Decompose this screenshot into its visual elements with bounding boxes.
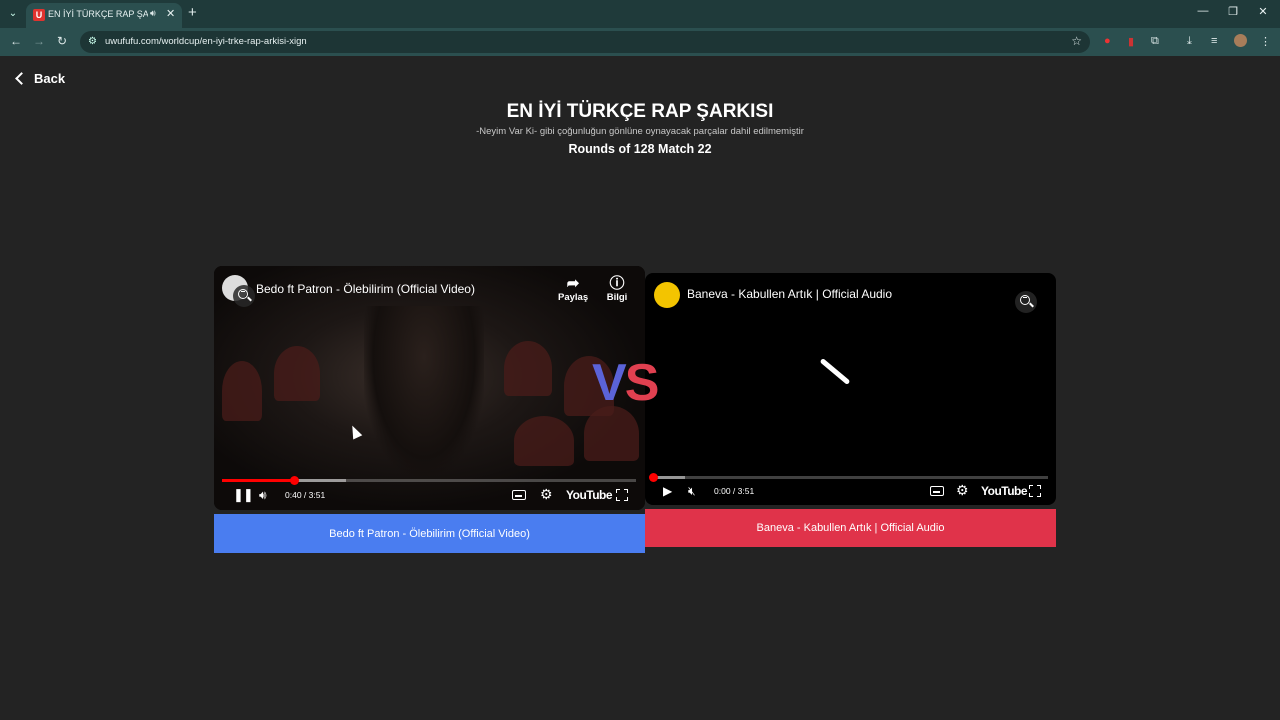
forward-arrow-icon[interactable]: →	[33, 34, 45, 48]
pause-icon[interactable]: ❚❚	[233, 488, 254, 502]
fullscreen-icon[interactable]	[1029, 485, 1041, 497]
close-icon[interactable]: ✕	[166, 7, 175, 20]
profile-avatar[interactable]	[1234, 34, 1247, 47]
tab-strip: ⌄ U EN İYİ TÜRKÇE RAP ŞARKISI 🔊︎ ✕ + — ❐…	[0, 0, 1280, 28]
browser-toolbar: ← → ↻ ⚙ uwufufu.com/worldcup/en-iyi-trke…	[0, 28, 1280, 56]
minimize-icon[interactable]: —	[1193, 5, 1213, 17]
choose-right-button[interactable]: Baneva - Kabullen Artık | Official Audio	[645, 509, 1056, 547]
choose-left-button[interactable]: Bedo ft Patron - Ölebilirim (Official Vi…	[214, 514, 645, 553]
extension-icon[interactable]: ●	[1104, 35, 1111, 47]
settings-icon[interactable]: ⚙	[956, 483, 969, 497]
page-subtitle: -Neyim Var Ki- gibi çoğunluğun gönlüne o…	[476, 126, 804, 137]
captions-icon[interactable]	[512, 490, 526, 500]
star-icon[interactable]: ☆	[1071, 34, 1082, 48]
chevron-left-icon	[15, 72, 28, 85]
time-display: 0:40 / 3:51	[285, 490, 326, 500]
tab-title: EN İYİ TÜRKÇE RAP ŞARKISI	[48, 9, 148, 19]
volume-icon[interactable]: 🔊︎	[259, 488, 267, 502]
info-button[interactable]: ⓘ Bilgi	[604, 275, 630, 304]
extension-icon[interactable]: ▮	[1128, 35, 1134, 48]
settings-icon[interactable]: ⚙	[540, 487, 553, 501]
vs-badge: VS	[592, 354, 660, 412]
zoom-icon[interactable]	[233, 285, 255, 307]
play-icon[interactable]: ▶	[663, 484, 672, 498]
browser-tab[interactable]: U EN İYİ TÜRKÇE RAP ŞARKISI 🔊︎ ✕	[26, 3, 182, 28]
progress-bar[interactable]	[649, 473, 1048, 482]
progress-bar[interactable]	[222, 476, 636, 485]
round-indicator: Rounds of 128 Match 22	[568, 142, 712, 156]
back-arrow-icon[interactable]: ←	[10, 34, 22, 48]
youtube-logo[interactable]: YouTube	[981, 484, 1028, 498]
right-video-player[interactable]: Baneva - Kabullen Artık | Official Audio…	[645, 273, 1056, 505]
menu-dots-icon[interactable]: ⋮	[1260, 35, 1271, 48]
muted-volume-icon[interactable]: 🔇︎	[688, 484, 696, 498]
share-icon: ➦	[566, 275, 580, 292]
vs-letter-s: S	[624, 354, 660, 412]
site-info-icon[interactable]: ⚙	[88, 36, 97, 47]
download-icon[interactable]: ⤓	[1187, 35, 1192, 48]
speaker-icon[interactable]: 🔊︎	[150, 8, 156, 19]
channel-avatar[interactable]	[654, 282, 680, 308]
fullscreen-icon[interactable]	[616, 489, 628, 501]
scrubber-handle[interactable]	[649, 473, 658, 482]
zoom-icon[interactable]	[1015, 291, 1037, 313]
reload-icon[interactable]: ↻	[57, 34, 67, 48]
video-title[interactable]: Baneva - Kabullen Artık | Official Audio	[687, 287, 892, 301]
scrubber-handle[interactable]	[289, 476, 299, 485]
youtube-logo[interactable]: YouTube	[566, 488, 613, 502]
restore-icon[interactable]: ❐	[1223, 5, 1243, 18]
window-close-icon[interactable]: ✕	[1253, 5, 1273, 18]
info-icon: ⓘ	[609, 275, 625, 292]
info-label: Bilgi	[606, 292, 628, 303]
back-label: Back	[34, 71, 66, 86]
left-video-player[interactable]: Bedo ft Patron - Ölebilirim (Official Vi…	[214, 266, 645, 510]
back-button[interactable]: Back	[14, 71, 65, 86]
plus-icon[interactable]: +	[188, 4, 197, 21]
url-text: uwufufu.com/worldcup/en-iyi-trke-rap-ark…	[105, 36, 307, 47]
extensions-icon[interactable]: ⧉	[1151, 35, 1159, 48]
time-display: 0:00 / 3:51	[714, 486, 755, 496]
favicon: U	[33, 9, 45, 21]
address-bar[interactable]: ⚙ uwufufu.com/worldcup/en-iyi-trke-rap-a…	[80, 31, 1090, 53]
media-icon[interactable]: ≡	[1211, 35, 1217, 47]
video-title[interactable]: Bedo ft Patron - Ölebilirim (Official Vi…	[256, 282, 475, 296]
page-title: EN İYİ TÜRKÇE RAP ŞARKISI	[506, 101, 774, 122]
tab-search-icon[interactable]: ⌄	[4, 5, 22, 23]
vs-letter-v: V	[592, 354, 627, 412]
progress-fill	[222, 479, 294, 482]
share-label: Paylaş	[558, 292, 589, 303]
captions-icon[interactable]	[930, 486, 944, 496]
share-button[interactable]: ➦ Paylaş	[558, 275, 589, 304]
